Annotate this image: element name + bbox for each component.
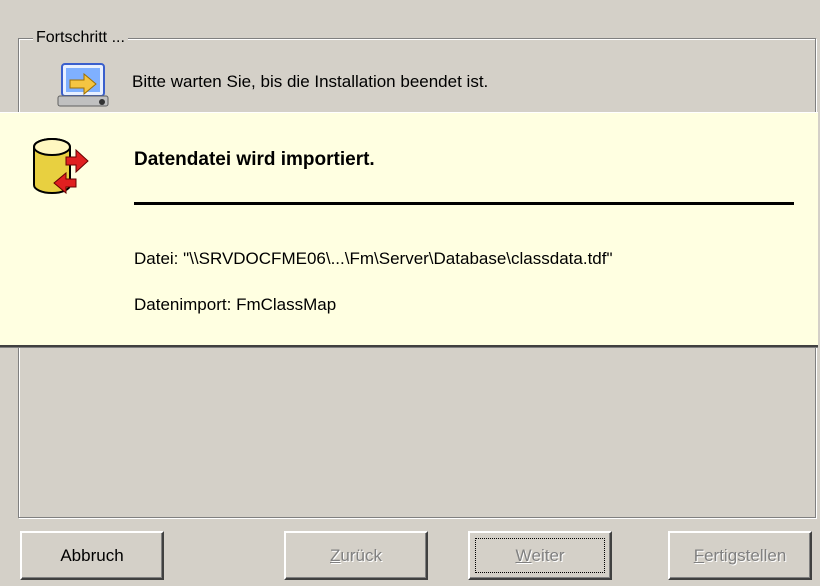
next-button[interactable]: Weiter [468,531,612,580]
installation-status-text: Bitte warten Sie, bis die Installation b… [132,72,489,91]
progress-group-label: Fortschritt ... [33,28,128,48]
finish-button-label: ertigstellen [704,545,787,565]
cancel-button-label: Abbruch [60,545,124,565]
back-button-label: urück [340,545,382,565]
back-button-mnemonic: Z [330,545,341,565]
task-title: Datendatei wird importiert. [134,149,375,170]
file-path-line: Datei: "\\SRVDOCFME06\...\Fm\Server\Data… [134,249,613,269]
title-divider [134,202,794,205]
file-label: Datei: [134,249,179,268]
task-info-panel: Datendatei wird importiert. Datei: "\\SR… [0,112,818,347]
import-status-line: Datenimport: FmClassMap [134,295,336,315]
import-label: Datenimport: [134,295,232,314]
finish-button[interactable]: Fertigstellen [668,531,812,580]
finish-button-mnemonic: F [693,545,705,565]
next-button-mnemonic: W [515,545,532,565]
database-import-icon [33,138,89,195]
cancel-button[interactable]: Abbruch [20,531,164,580]
import-value: FmClassMap [236,295,337,314]
next-button-label: eiter [531,545,565,565]
file-path: "\\SRVDOCFME06\...\Fm\Server\Database\cl… [183,249,613,268]
back-button[interactable]: Zurück [284,531,428,580]
installer-icon [57,63,109,107]
